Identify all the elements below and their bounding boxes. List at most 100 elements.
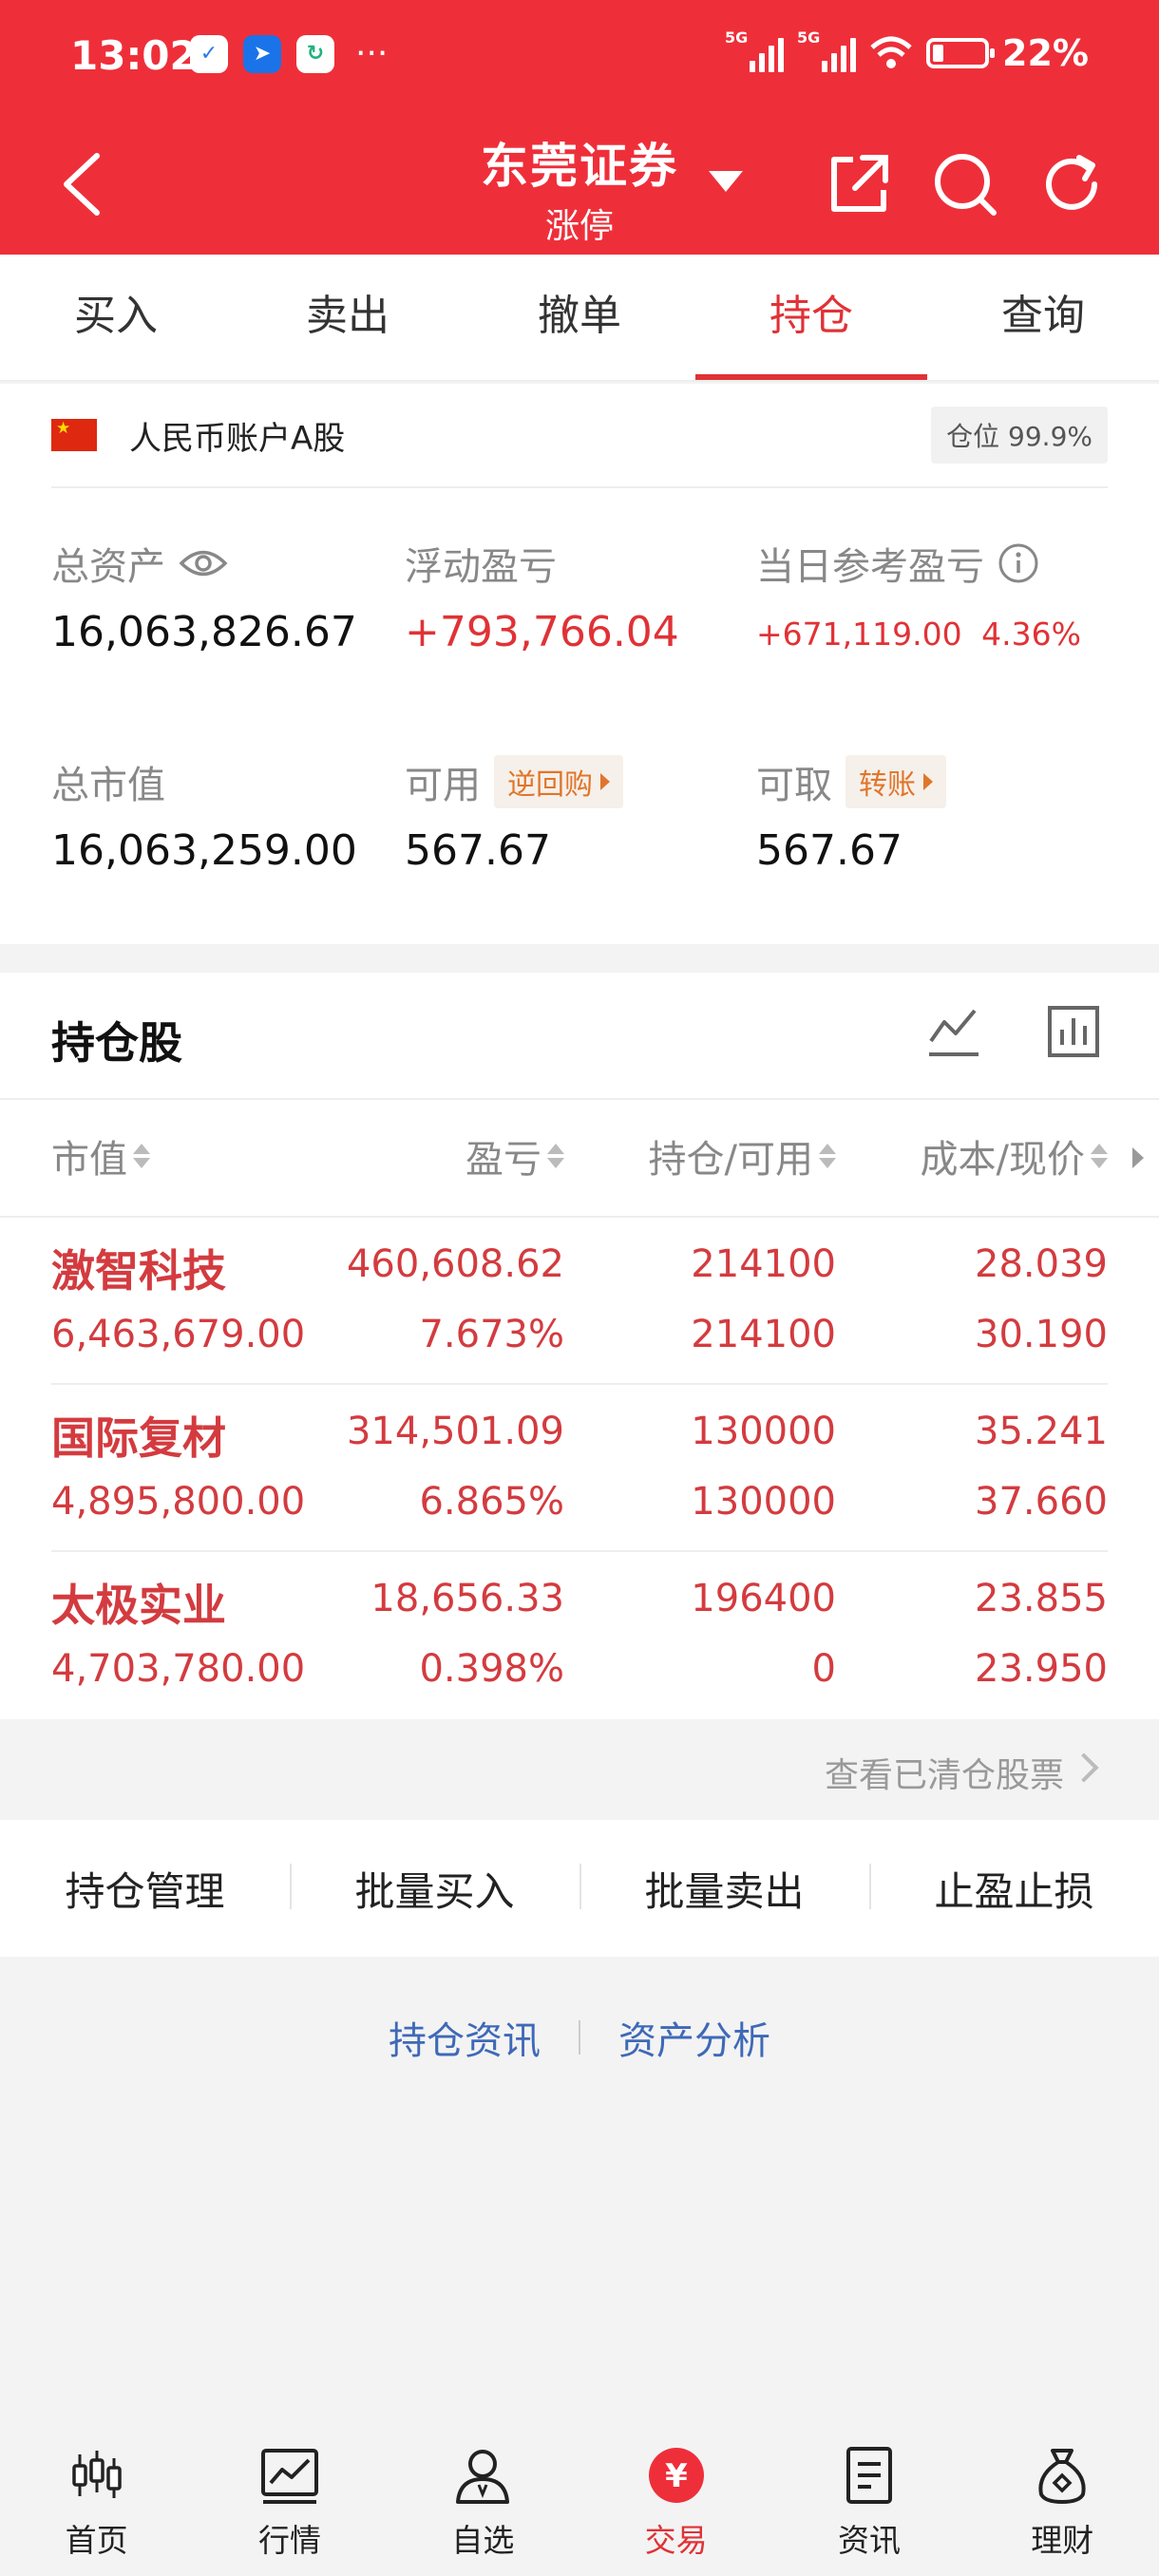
col-cost-price[interactable]: 成本/现价: [921, 1128, 1108, 1184]
sort-icon: [133, 1144, 150, 1168]
withdrawable-value: 567.67: [756, 826, 902, 875]
search-icon[interactable]: [931, 150, 999, 218]
transfer-label: 转账: [859, 768, 916, 802]
eye-icon[interactable]: [179, 547, 228, 579]
daily-pl: 当日参考盈亏 +671,119.00 4.36%: [756, 536, 1081, 653]
withdrawable-funds: 可取 转账 567.67: [756, 754, 946, 875]
chevron-down-icon[interactable]: [709, 171, 743, 192]
stock-name: 太极实业: [51, 1580, 226, 1631]
table-row[interactable]: 激智科技 6,463,679.00 460,608.62 7.673% 2141…: [0, 1218, 1159, 1385]
reverse-repo-label: 逆回购: [507, 768, 593, 802]
stop-profit-loss-button[interactable]: 止盈止损: [869, 1860, 1159, 1918]
nav-home-label: 首页: [65, 2522, 128, 2559]
tab-query[interactable]: 查询: [927, 255, 1159, 380]
chevron-right-icon: [1069, 1752, 1099, 1783]
status-time: 13:02: [70, 32, 198, 79]
daily-pl-label: 当日参考盈亏: [756, 545, 984, 589]
notification-app-icon: ➤: [243, 34, 281, 73]
document-icon: [846, 2447, 892, 2504]
batch-sell-button[interactable]: 批量卖出: [580, 1860, 869, 1918]
stock-cost: 28.039: [975, 1242, 1108, 1286]
table-row[interactable]: 国际复材 4,895,800.00 314,501.09 6.865% 1300…: [0, 1385, 1159, 1552]
tab-holdings[interactable]: 持仓: [695, 255, 927, 380]
tab-cancel[interactable]: 撤单: [464, 255, 695, 380]
tab-buy[interactable]: 买入: [0, 255, 232, 380]
refresh-icon[interactable]: [1037, 150, 1106, 218]
floating-pl: 浮动盈亏 +793,766.04: [405, 536, 679, 656]
stock-position: 214100: [691, 1242, 836, 1286]
col-market-value[interactable]: 市值: [51, 1128, 150, 1184]
stock-market-value: 4,703,780.00: [51, 1647, 306, 1691]
total-assets-label: 总资产: [51, 545, 165, 589]
total-assets: 总资产 16,063,826.67: [51, 536, 357, 656]
signal-icon: 5G: [725, 28, 785, 72]
stock-available: 0: [811, 1647, 836, 1691]
stock-price: 23.950: [975, 1647, 1108, 1691]
candlestick-icon: [71, 2451, 122, 2498]
nav-market[interactable]: 行情: [193, 2422, 386, 2576]
holdings-column-header: 市值 盈亏 持仓/可用 成本/现价: [0, 1098, 1159, 1218]
nav-watchlist[interactable]: 自选: [387, 2422, 580, 2576]
tab-sell[interactable]: 卖出: [232, 255, 464, 380]
notification-app-icon: ↻: [296, 34, 334, 73]
withdrawable-label: 可取: [756, 764, 832, 807]
daily-pl-values: +671,119.00 4.36%: [756, 616, 1081, 653]
daily-pl-percent: 4.36%: [981, 616, 1081, 653]
nav-trade[interactable]: ¥ 交易: [580, 2422, 772, 2576]
sort-icon: [819, 1144, 836, 1168]
money-bag-icon: [1038, 2449, 1086, 2504]
stock-pl-percent: 0.398%: [419, 1647, 564, 1691]
nav-wealth[interactable]: 理财: [966, 2422, 1159, 2576]
caret-right-icon: [923, 773, 933, 790]
stock-pl-percent: 6.865%: [419, 1480, 564, 1524]
asset-analysis-link[interactable]: 资产分析: [618, 2010, 770, 2065]
share-icon[interactable]: [825, 150, 893, 218]
col-cost-price-label: 成本/现价: [920, 1138, 1085, 1182]
nav-wealth-label: 理财: [1031, 2522, 1094, 2559]
cleared-stocks-link[interactable]: 查看已清仓股票: [0, 1719, 1159, 1820]
nav-trade-label: 交易: [644, 2522, 708, 2559]
sort-icon: [1091, 1144, 1108, 1168]
bar-chart-icon[interactable]: [1045, 1003, 1102, 1060]
available-funds: 可用 逆回购 567.67: [405, 754, 623, 875]
market-value-value: 16,063,259.00: [51, 826, 357, 875]
sort-icon: [547, 1144, 564, 1168]
col-pl[interactable]: 盈亏: [466, 1128, 564, 1184]
account-row[interactable]: 人民币账户A股 仓位 99.9%: [51, 384, 1108, 488]
chart-icon: [260, 2449, 318, 2504]
stock-market-value: 6,463,679.00: [51, 1313, 306, 1356]
app-header: 13:02 ✓ ➤ ↻ ··· 5G 5G 22% 东莞证券 涨停: [0, 0, 1159, 255]
market-value-label: 总市值: [51, 764, 165, 807]
batch-buy-button[interactable]: 批量买入: [290, 1860, 580, 1918]
cleared-stocks-label: 查看已清仓股票: [824, 1756, 1064, 1795]
info-icon[interactable]: [998, 542, 1039, 584]
status-more: ···: [355, 34, 389, 73]
transfer-button[interactable]: 转账: [846, 755, 946, 808]
link-divider: [579, 2020, 580, 2055]
market-value: 总市值 16,063,259.00: [51, 754, 357, 875]
stock-pl-percent: 7.673%: [419, 1313, 564, 1356]
col-position-label: 持仓/可用: [648, 1138, 813, 1182]
nav-home[interactable]: 首页: [0, 2422, 193, 2576]
available-value: 567.67: [405, 826, 551, 875]
stock-cost: 35.241: [975, 1410, 1108, 1453]
stock-available: 130000: [691, 1480, 836, 1524]
wifi-icon: [870, 36, 912, 68]
scroll-right-icon[interactable]: [1132, 1147, 1144, 1168]
holding-news-link[interactable]: 持仓资讯: [389, 2010, 541, 2065]
table-row[interactable]: 太极实业 4,703,780.00 18,656.33 0.398% 19640…: [0, 1552, 1159, 1719]
stock-price: 37.660: [975, 1480, 1108, 1524]
battery-level: [933, 45, 944, 62]
battery-icon: [926, 38, 996, 68]
china-flag-icon: [51, 419, 97, 451]
stock-pl: 18,656.33: [370, 1577, 564, 1620]
stock-price: 30.190: [975, 1313, 1108, 1356]
manage-holdings-button[interactable]: 持仓管理: [0, 1860, 290, 1918]
col-position[interactable]: 持仓/可用: [649, 1128, 836, 1184]
reverse-repo-button[interactable]: 逆回购: [494, 755, 623, 808]
nav-news[interactable]: 资讯: [772, 2422, 965, 2576]
trend-line-icon[interactable]: [925, 1003, 982, 1060]
yuan-icon: ¥: [648, 2448, 704, 2503]
footer-links: 持仓资讯 资产分析: [0, 2004, 1159, 2071]
holdings-title: 持仓股: [51, 1017, 182, 1069]
